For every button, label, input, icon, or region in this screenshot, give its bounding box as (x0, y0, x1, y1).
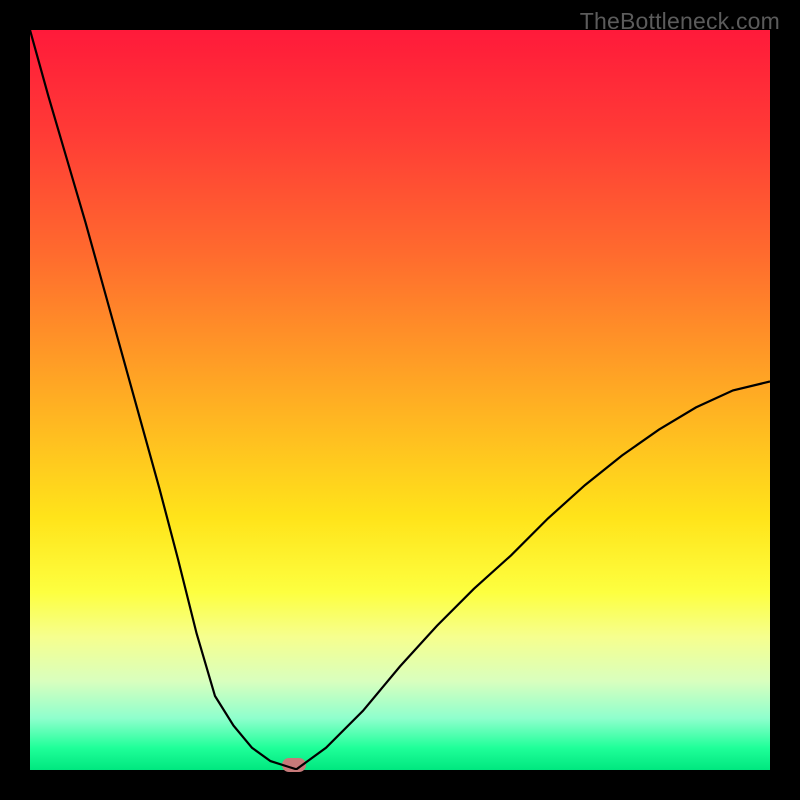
chart-plot-area (30, 30, 770, 770)
chart-image: TheBottleneck.com (0, 0, 800, 800)
curve-line (30, 30, 770, 770)
optimal-point-marker (282, 758, 306, 772)
